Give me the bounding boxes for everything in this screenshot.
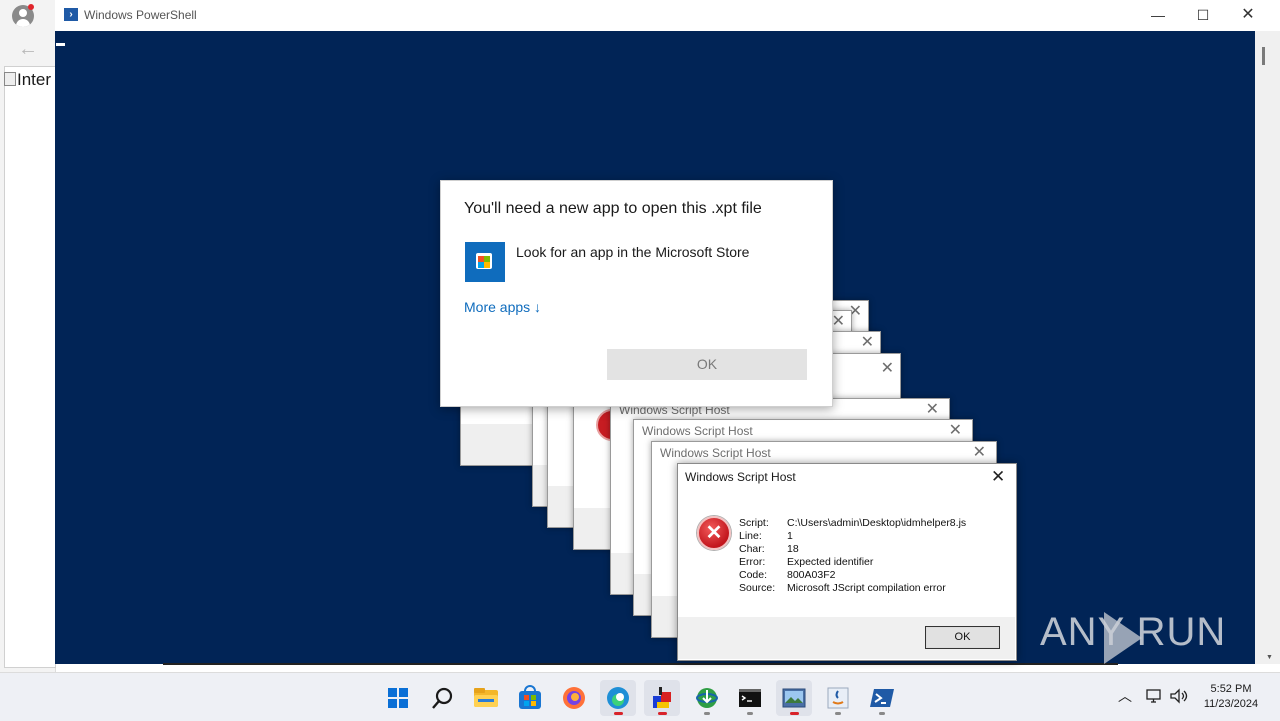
ok-button[interactable]: OK <box>925 626 1000 649</box>
windows-start-icon[interactable] <box>380 680 416 716</box>
java-icon[interactable] <box>820 680 856 716</box>
horizontal-scrollbar <box>163 663 1118 665</box>
edge-icon[interactable] <box>600 680 636 716</box>
close-icon[interactable]: ✕ <box>973 442 986 462</box>
powershell-titlebar[interactable] <box>55 0 1280 31</box>
close-icon[interactable]: ✕ <box>926 399 939 419</box>
field-label: Code: <box>739 569 768 581</box>
window-title: Windows Script Host <box>660 446 771 460</box>
notification-dot <box>28 4 34 10</box>
field-label: Error: <box>739 556 766 568</box>
search-icon[interactable] <box>425 680 461 716</box>
powershell-icon: › <box>64 8 78 21</box>
powershell-title: Windows PowerShell <box>84 8 197 22</box>
window-title: Windows Script Host <box>642 424 753 438</box>
broken-image-alt: Inter <box>17 70 52 89</box>
powershell-icon[interactable] <box>864 680 900 716</box>
field-label: Line: <box>739 530 762 542</box>
taskbar <box>0 672 1280 721</box>
field-label: Script: <box>739 517 769 529</box>
dialog-title: You'll need a new app to open this .xpt … <box>464 200 762 217</box>
vertical-scrollbar[interactable] <box>1255 31 1280 664</box>
scrollbar-thumb[interactable] <box>1262 47 1265 65</box>
field-value: C:\Users\admin\Desktop\idmhelper8.js <box>787 517 967 529</box>
running-indicator <box>658 712 667 715</box>
clock-time: 5:52 PM <box>1210 683 1252 695</box>
field-value: Microsoft JScript compilation error <box>787 582 946 594</box>
browser-content <box>4 66 56 668</box>
ok-button[interactable]: OK <box>607 349 807 380</box>
error-icon: ✕ <box>697 516 731 550</box>
store-bag-icon <box>476 253 492 269</box>
internet-download-icon[interactable] <box>689 680 725 716</box>
close-icon[interactable]: ✕ <box>861 332 874 352</box>
field-value: 18 <box>787 543 799 555</box>
running-indicator <box>790 712 799 715</box>
close-button[interactable]: ✕ <box>1238 6 1258 26</box>
minimize-button[interactable]: — <box>1148 6 1168 26</box>
broken-image: Inter <box>4 70 54 90</box>
running-indicator <box>614 712 623 715</box>
chevron-up-icon[interactable]: ︿ <box>1118 686 1132 706</box>
console-cursor <box>56 43 65 46</box>
more-apps-link[interactable]: More apps ↓ <box>464 299 541 315</box>
close-button[interactable]: ✕ <box>991 467 1005 487</box>
close-icon[interactable]: ✕ <box>949 420 962 440</box>
clock-date: 11/23/2024 <box>1203 698 1259 710</box>
volume-icon[interactable] <box>1169 688 1189 709</box>
firefox-icon[interactable] <box>556 680 592 716</box>
field-value: 1 <box>787 530 793 542</box>
watermark: ANY RUN <box>1040 610 1227 654</box>
back-arrow-icon[interactable]: ← <box>18 38 38 61</box>
scroll-down-arrow-icon[interactable]: ▼ <box>1266 654 1273 661</box>
field-value: Expected identifier <box>787 556 874 568</box>
maximize-button[interactable]: ☐ <box>1193 6 1213 26</box>
field-label: Char: <box>739 543 765 555</box>
system-clock[interactable]: 5:52 PM 11/23/2024 <box>1196 682 1266 712</box>
network-icon[interactable] <box>1145 688 1163 709</box>
running-indicator <box>704 712 710 715</box>
cmd-icon[interactable] <box>732 680 768 716</box>
dialog-title: Windows Script Host <box>685 470 796 484</box>
image-viewer-icon[interactable] <box>776 680 812 716</box>
microsoft-store-icon[interactable] <box>512 680 548 716</box>
file-explorer-icon[interactable] <box>468 680 504 716</box>
running-indicator <box>835 712 841 715</box>
store-option-label[interactable]: Look for an app in the Microsoft Store <box>516 244 749 260</box>
field-label: Source: <box>739 582 776 594</box>
running-indicator <box>747 712 753 715</box>
paint-app-icon[interactable] <box>644 680 680 716</box>
running-indicator <box>879 712 885 715</box>
close-icon[interactable]: ✕ <box>881 358 894 378</box>
close-icon[interactable]: ✕ <box>832 311 845 331</box>
field-value: 800A03F2 <box>787 569 836 581</box>
